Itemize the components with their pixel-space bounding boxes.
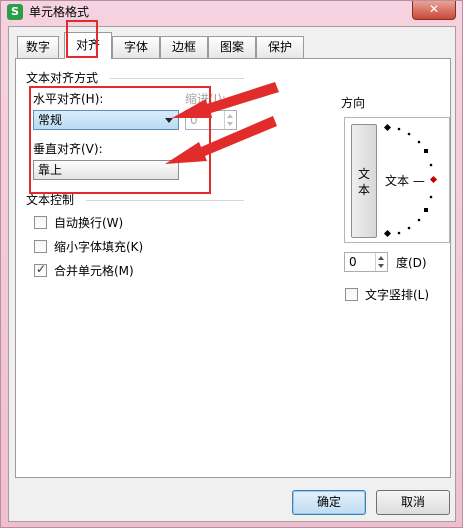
dialog-title: 单元格格式 <box>29 5 90 19</box>
merge-cells-checkbox[interactable]: ✓ <box>34 262 47 277</box>
vertical-text-checkbox[interactable] <box>345 288 358 301</box>
format-cells-dialog: S 单元格格式 ✕ 数字 对齐 字体 边框 图案 保护 文本对齐方式 水平对齐(… <box>0 0 463 528</box>
tab-pattern[interactable]: 图案 <box>208 36 256 58</box>
alignment-tab-panel: 文本对齐方式 水平对齐(H): 常规 缩进(I): 0 垂直对齐(V): 靠上 … <box>15 58 451 478</box>
annotation-box-alignment <box>29 86 211 194</box>
merge-cells-label: 合并单元格(M) <box>54 264 134 278</box>
dialog-body: 数字 对齐 字体 边框 图案 保护 文本对齐方式 水平对齐(H): 常规 缩进(… <box>8 20 456 522</box>
spin-down-icon <box>227 122 233 126</box>
annotation-box-tab <box>66 20 98 58</box>
vertical-text-char: 本 <box>358 183 371 197</box>
degrees-spin-buttons[interactable] <box>375 253 387 271</box>
text-control-group-title: 文本控制 <box>26 193 75 207</box>
tab-border[interactable]: 边框 <box>160 36 208 58</box>
shrink-to-fit-label: 缩小字体填充(K) <box>54 240 144 254</box>
group-divider <box>110 78 244 79</box>
indent-spin-buttons[interactable] <box>224 111 236 129</box>
app-logo-icon: S <box>7 4 23 20</box>
tab-protection[interactable]: 保护 <box>256 36 304 58</box>
spin-down-icon <box>378 264 384 268</box>
vertical-text-char: 文 <box>358 167 371 181</box>
vertical-text-button[interactable]: 文 本 <box>351 124 377 238</box>
ok-button[interactable]: 确定 <box>292 490 366 515</box>
spin-up-icon <box>378 256 384 260</box>
spin-up-icon <box>227 114 233 118</box>
orientation-dial-text: 文本 — <box>385 174 425 188</box>
text-alignment-group-title: 文本对齐方式 <box>26 71 99 85</box>
checkmark-icon: ✓ <box>36 262 47 276</box>
orientation-group-title: 方向 <box>341 96 366 110</box>
tab-font[interactable]: 字体 <box>112 36 160 58</box>
close-button[interactable]: ✕ <box>412 1 456 20</box>
wrap-text-checkbox[interactable] <box>34 216 47 229</box>
wrap-text-label: 自动换行(W) <box>54 216 124 230</box>
tab-number[interactable]: 数字 <box>17 36 59 58</box>
cancel-button[interactable]: 取消 <box>376 490 450 515</box>
degrees-stepper[interactable]: 0 <box>344 252 388 272</box>
degrees-value: 0 <box>349 255 357 269</box>
degrees-label: 度(D) <box>396 256 427 270</box>
group-divider <box>86 200 244 201</box>
orientation-control[interactable]: 文 本 文本 — <box>344 117 450 243</box>
shrink-to-fit-checkbox[interactable] <box>34 240 47 253</box>
vertical-text-label: 文字竖排(L) <box>365 288 430 302</box>
